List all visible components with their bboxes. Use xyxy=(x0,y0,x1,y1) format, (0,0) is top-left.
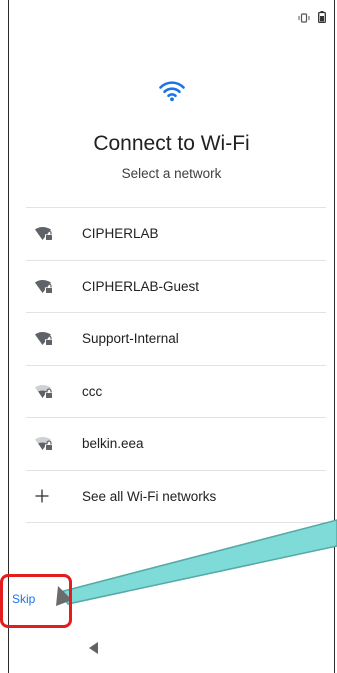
annotation-arrow xyxy=(56,519,337,606)
highlight-box xyxy=(0,574,72,628)
